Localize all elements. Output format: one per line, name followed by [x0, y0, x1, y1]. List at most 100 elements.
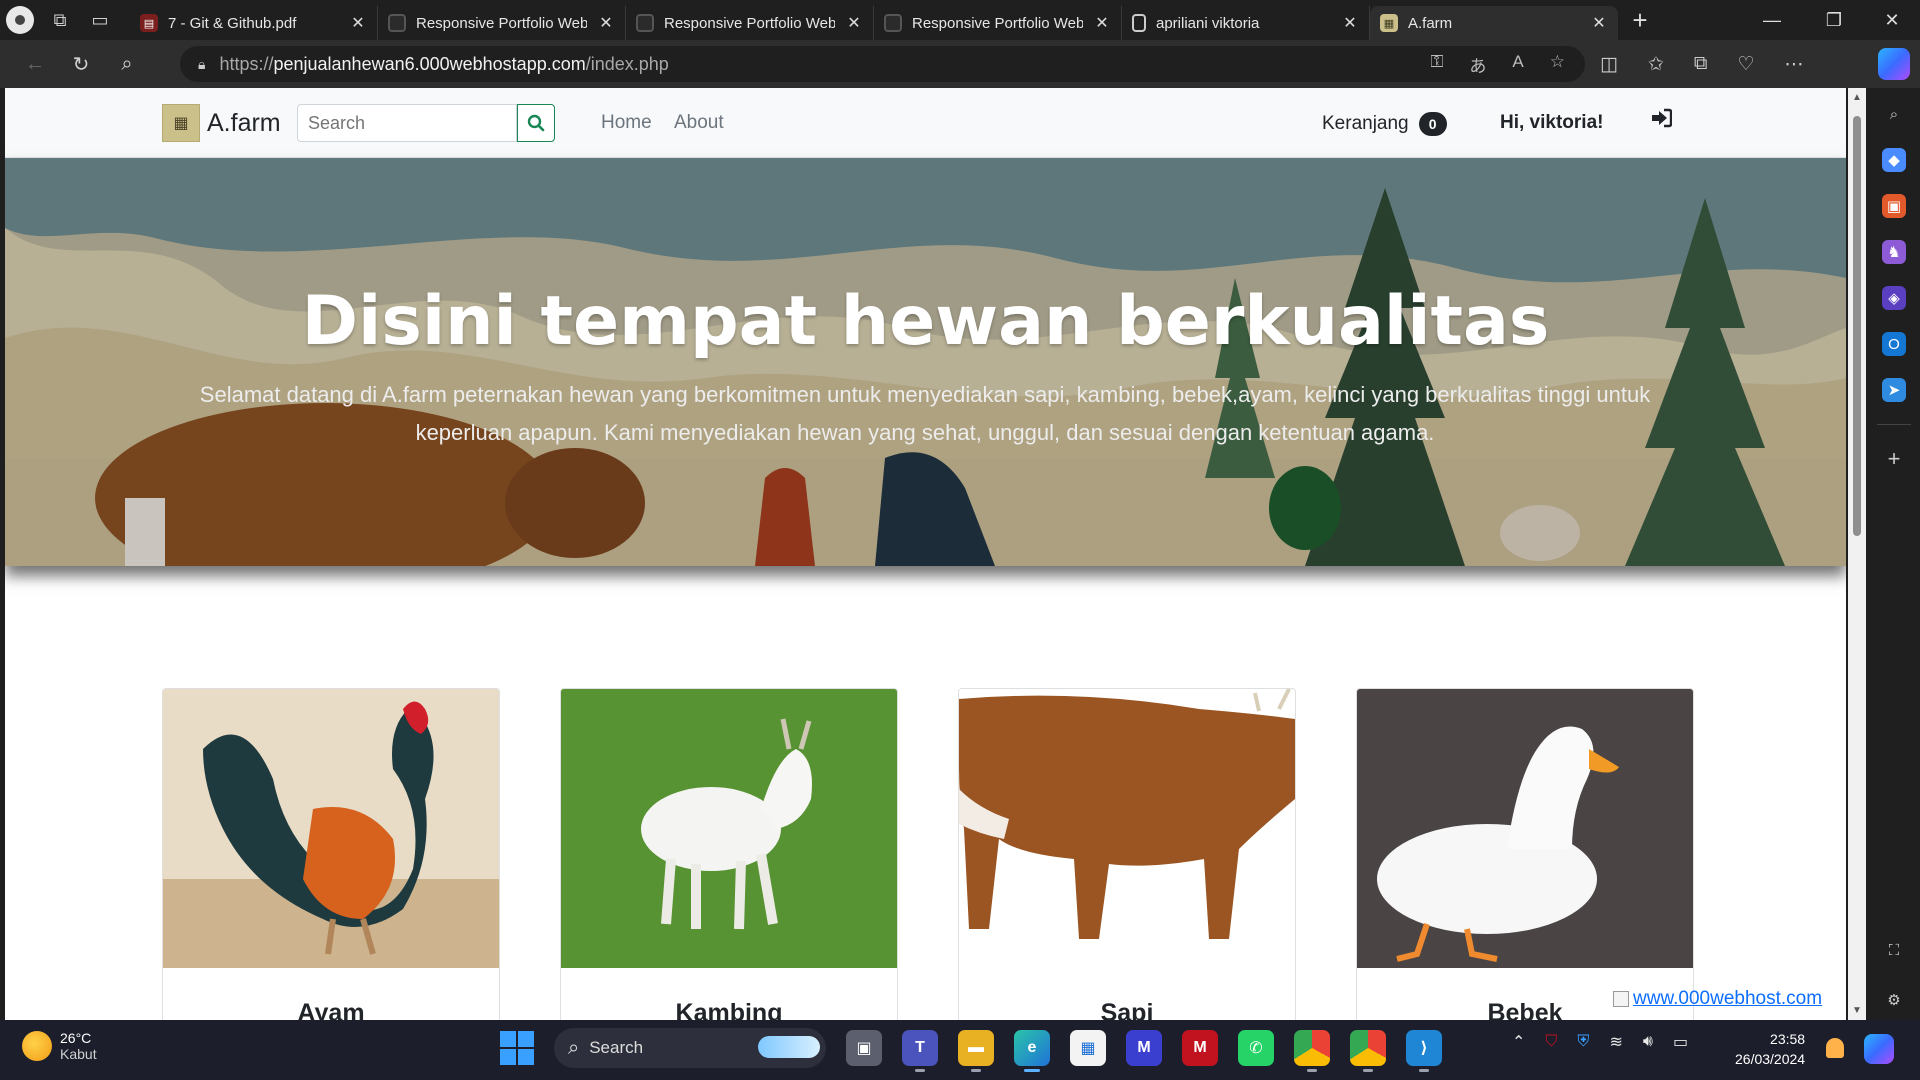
whatsapp-icon[interactable]: ✆ — [1238, 1030, 1274, 1066]
browser-tab[interactable]: Responsive Portfolio Web ✕ — [874, 6, 1122, 40]
show-hidden-icons-chevron[interactable]: ⌃ — [1512, 1032, 1525, 1052]
outlook-icon[interactable]: O — [1882, 332, 1906, 356]
scroll-down-icon[interactable]: ▼ — [1851, 1005, 1863, 1016]
minimize-icon[interactable]: — — [1744, 0, 1800, 40]
defender-icon[interactable]: ⛨ — [1577, 1033, 1589, 1051]
notification-bell-icon[interactable] — [1826, 1038, 1844, 1058]
browser-tab-bar: ⧉ ▭ ▤ 7 - Git & Github.pdf ✕ Responsive … — [0, 0, 1920, 40]
hero-overlay — [5, 158, 1846, 566]
profile-button[interactable] — [0, 0, 40, 40]
tools-icon[interactable]: ▣ — [1882, 194, 1906, 218]
workspaces-icon[interactable]: ⧉ — [40, 0, 80, 40]
browser-toolbar: ← ↻ ⌕ 🔒︎ https://penjualanhewan6.000webh… — [0, 40, 1920, 88]
split-screen-icon[interactable]: ◫ — [1600, 53, 1618, 76]
product-card[interactable]: Ayam — [162, 688, 500, 1020]
add-sidebar-app-icon[interactable]: + — [1882, 446, 1906, 471]
favorites-icon[interactable]: ✩ — [1648, 53, 1664, 76]
mcafee-icon[interactable]: M — [1182, 1030, 1218, 1066]
address-bar[interactable]: 🔒︎ https://penjualanhewan6.000webhostapp… — [180, 46, 1585, 82]
product-image-goat — [561, 689, 897, 968]
vscode-icon[interactable]: ⟩ — [1406, 1030, 1442, 1072]
windows-taskbar: 26°C Kabut ⌕ Search ▣ T ▬ e ▦ M M ✆ ⟩ ⌃ … — [0, 1020, 1920, 1080]
translate-icon[interactable]: あ — [1469, 52, 1486, 77]
close-tab-icon[interactable]: ✕ — [349, 13, 367, 33]
wifi-icon[interactable]: ≋ — [1609, 1032, 1622, 1052]
battery-icon[interactable]: ▭ — [1673, 1032, 1688, 1052]
screenshot-icon[interactable]: ⛶ — [1882, 938, 1906, 962]
edge-browser-icon[interactable]: e — [1014, 1030, 1050, 1072]
profile-icon — [6, 6, 34, 34]
microsoft-store-icon[interactable]: ▦ — [1070, 1030, 1106, 1066]
sidebar-search-icon[interactable]: ⌕ — [1882, 102, 1906, 126]
task-view-icon[interactable]: ▣ — [846, 1030, 882, 1066]
close-tab-icon[interactable]: ✕ — [845, 13, 863, 33]
search-icon[interactable]: ⌕ — [104, 41, 150, 87]
scrollbar-thumb[interactable] — [1853, 116, 1861, 536]
taskbar-apps: ⌕ Search ▣ T ▬ e ▦ M M ✆ ⟩ — [500, 1028, 1442, 1072]
tab-actions-icon[interactable]: ▭ — [80, 0, 120, 40]
close-tab-icon[interactable]: ✕ — [1093, 13, 1111, 33]
close-window-icon[interactable]: ✕ — [1864, 0, 1920, 40]
product-card[interactable]: Kambing — [560, 688, 898, 1020]
system-clock[interactable]: 23:58 26/03/2024 — [1735, 1029, 1805, 1069]
restore-icon[interactable]: ❐ — [1806, 0, 1862, 40]
product-card[interactable]: Sapi — [958, 688, 1296, 1020]
drop-icon[interactable]: ➤ — [1882, 378, 1906, 402]
search-icon: ⌕ — [568, 1036, 580, 1059]
shopping-icon[interactable]: ◆ — [1882, 148, 1906, 172]
browser-tab-active[interactable]: ▦ A.farm ✕ — [1370, 6, 1618, 40]
key-icon[interactable]: ⚿ — [1430, 52, 1443, 77]
browser-tab[interactable]: Responsive Portfolio Web ✕ — [378, 6, 626, 40]
webhost-badge-link[interactable]: www.000webhost.com — [1613, 988, 1822, 1010]
performance-icon[interactable]: ♡ — [1737, 53, 1754, 76]
browser-tab[interactable]: ▤ 7 - Git & Github.pdf ✕ — [130, 6, 378, 40]
copilot-icon[interactable] — [1878, 48, 1910, 80]
more-options-icon[interactable]: ⋯ — [1785, 53, 1804, 76]
teams-icon[interactable]: T — [902, 1030, 938, 1072]
back-icon[interactable]: ← — [12, 41, 58, 87]
volume-icon[interactable]: 🔊︎ — [1643, 1033, 1653, 1051]
close-tab-icon[interactable]: ✕ — [1590, 13, 1608, 33]
brand[interactable]: ▦ A.farm — [162, 104, 281, 142]
tab-title: 7 - Git & Github.pdf — [168, 14, 297, 32]
read-aloud-icon[interactable]: A — [1512, 52, 1523, 77]
mcafee-tray-icon[interactable]: ⛉ — [1545, 1033, 1557, 1051]
browser-tab[interactable]: Responsive Portfolio Web ✕ — [626, 6, 874, 40]
brand-logo-icon: ▦ — [162, 104, 200, 142]
nav-link-about[interactable]: About — [674, 112, 724, 134]
farm-icon: ▦ — [1380, 14, 1398, 32]
file-explorer-icon[interactable]: ▬ — [958, 1030, 994, 1072]
product-image-cow — [959, 689, 1295, 968]
user-greeting: Hi, viktoria! — [1500, 112, 1604, 133]
weather-temperature: 26°C — [60, 1030, 92, 1046]
product-image-chicken — [163, 689, 499, 968]
windows-start-icon[interactable] — [500, 1031, 534, 1065]
search-button[interactable] — [517, 104, 555, 142]
new-tab-button[interactable]: + — [1618, 0, 1662, 40]
logout-icon[interactable] — [1650, 108, 1673, 134]
chrome-icon[interactable] — [1294, 1030, 1330, 1072]
chrome-profile-icon[interactable] — [1350, 1030, 1386, 1072]
page-scrollbar[interactable]: ▲ ▼ — [1848, 88, 1866, 1020]
search-input[interactable] — [297, 104, 517, 142]
copilot-taskbar-icon[interactable] — [1864, 1034, 1894, 1064]
sidebar-settings-icon[interactable]: ⚙ — [1882, 988, 1906, 1012]
browser-tab[interactable]: apriliani viktoria ✕ — [1122, 6, 1370, 40]
brand-name: A.farm — [207, 108, 281, 137]
nav-link-home[interactable]: Home — [601, 112, 652, 134]
product-name: Ayam — [297, 999, 365, 1020]
refresh-icon[interactable]: ↻ — [58, 41, 104, 87]
close-tab-icon[interactable]: ✕ — [1341, 13, 1359, 33]
scroll-up-icon[interactable]: ▲ — [1851, 92, 1863, 103]
collections-icon[interactable]: ⧉ — [1694, 53, 1708, 75]
taskbar-search[interactable]: ⌕ Search — [554, 1028, 826, 1068]
close-tab-icon[interactable]: ✕ — [597, 13, 615, 33]
notes-app-icon[interactable]: M — [1126, 1030, 1162, 1066]
cart-link[interactable]: Keranjang 0 — [1322, 112, 1447, 136]
microsoft-365-icon[interactable]: ◈ — [1882, 286, 1906, 310]
web-icon — [636, 14, 654, 32]
games-icon[interactable]: ♞ — [1882, 240, 1906, 264]
weather-widget[interactable]: 26°C Kabut — [22, 1030, 97, 1062]
product-card[interactable]: Bebek — [1356, 688, 1694, 1020]
favorite-star-icon[interactable]: ☆ — [1550, 52, 1565, 77]
